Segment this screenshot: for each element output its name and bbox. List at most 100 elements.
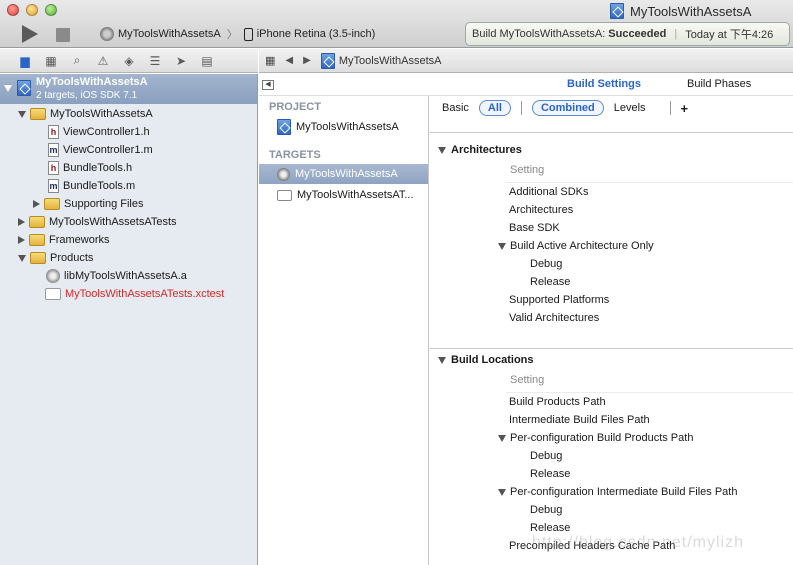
project-item[interactable]: MyToolsWithAssetsA [259, 117, 428, 137]
filter-combined[interactable]: Combined [531, 100, 604, 116]
tree-item-file[interactable]: h ViewController1.h [48, 123, 150, 141]
forward-arrow-icon[interactable]: ▶ [303, 55, 311, 66]
disclosure-down-icon[interactable] [4, 85, 12, 92]
symbol-navigator-icon[interactable]: ▦ [38, 54, 64, 68]
section-architectures[interactable]: Architectures [438, 141, 522, 159]
disclosure-down-icon[interactable] [18, 110, 26, 118]
close-window-button[interactable] [7, 4, 19, 16]
filter-basic[interactable]: Basic [442, 102, 469, 114]
section-build-locations[interactable]: Build Locations [438, 351, 534, 369]
debug-navigator-icon[interactable]: ☰ [142, 54, 168, 68]
tree-item-product-missing[interactable]: MyToolsWithAssetsATests.xctest [45, 285, 224, 303]
status-result: Succeeded [608, 28, 667, 40]
project-root-row[interactable]: MyToolsWithAssetsA 2 targets, iOS SDK 7.… [0, 74, 257, 104]
project-name: MyToolsWithAssetsA [36, 76, 148, 88]
tree-item-group-products[interactable]: Products [18, 249, 93, 267]
project-header: PROJECT [269, 101, 321, 113]
tab-build-phases[interactable]: Build Phases [687, 78, 751, 90]
back-arrow-icon[interactable]: ◀ [285, 55, 293, 66]
setting-row-expandable[interactable]: Per-configuration Intermediate Build Fil… [498, 483, 737, 501]
window-title-text: MyToolsWithAssetsA [630, 3, 752, 19]
setting-config-row[interactable]: Release [530, 273, 570, 291]
setting-name: Architectures [509, 204, 574, 216]
header-file-icon: h [48, 125, 59, 139]
tree-item-group-frameworks[interactable]: Frameworks [18, 231, 110, 249]
disclosure-right-icon[interactable] [33, 200, 40, 208]
tree-item-label: Frameworks [49, 234, 110, 246]
search-navigator-icon[interactable]: ⌕ [64, 53, 90, 68]
disclosure-down-icon[interactable] [438, 146, 446, 154]
setting-name: Base SDK [509, 222, 560, 234]
setting-row-expandable[interactable]: Build Active Architecture Only [498, 237, 654, 255]
tree-item-group-tests[interactable]: MyToolsWithAssetsATests [18, 213, 177, 231]
disclosure-down-icon[interactable] [18, 254, 26, 262]
setting-row[interactable]: Supported Platforms [509, 291, 609, 309]
setting-row[interactable]: Intermediate Build Files Path [509, 411, 650, 429]
header-file-icon: h [48, 161, 59, 175]
column-header-setting: Setting [510, 164, 545, 176]
zoom-window-button[interactable] [45, 4, 57, 16]
setting-config-row[interactable]: Debug [530, 447, 562, 465]
scheme-selector[interactable]: MyToolsWithAssetsA 〉 iPhone Retina (3.5-… [100, 24, 375, 44]
breakpoint-navigator-icon[interactable]: ➤ [168, 54, 194, 68]
tree-item-product[interactable]: libMyToolsWithAssetsA.a [46, 267, 187, 285]
project-targets-list: PROJECT MyToolsWithAssetsA TARGETS MyToo… [259, 96, 429, 565]
disclosure-right-icon[interactable] [18, 218, 25, 226]
related-items-icon[interactable]: ▦ [265, 54, 275, 67]
navigator-selector-bar: ▆ ▦ ⌕ ⚠ ◈ ☰ ➤ ▤ [0, 49, 258, 73]
filter-levels[interactable]: Levels [614, 102, 646, 114]
project-icon [610, 3, 624, 19]
add-setting-button[interactable]: + [681, 101, 689, 116]
disclosure-right-icon[interactable] [18, 236, 25, 244]
test-navigator-icon[interactable]: ◈ [116, 54, 142, 68]
tree-item-label: libMyToolsWithAssetsA.a [64, 270, 187, 282]
setting-config-row[interactable]: Debug [530, 255, 562, 273]
destination-name: iPhone Retina (3.5-inch) [256, 28, 376, 40]
target-item-app[interactable]: MyToolsWithAssetsA [259, 164, 428, 184]
test-bundle-icon [45, 288, 61, 300]
jump-bar-crumb[interactable]: MyToolsWithAssetsA [339, 55, 442, 67]
activity-status: Build MyToolsWithAssetsA: Succeeded | To… [465, 22, 790, 46]
stop-button[interactable] [56, 28, 70, 42]
tree-item-file[interactable]: m BundleTools.m [48, 177, 135, 195]
project-navigator-icon[interactable]: ▆ [12, 54, 38, 68]
targets-header: TARGETS [269, 149, 321, 161]
setting-name: Per-configuration Intermediate Build Fil… [510, 486, 738, 498]
tree-item-group-main[interactable]: MyToolsWithAssetsA [18, 105, 153, 123]
tree-item-file[interactable]: m ViewController1.m [48, 141, 153, 159]
tab-build-settings[interactable]: Build Settings [567, 78, 641, 90]
run-button[interactable] [22, 25, 38, 43]
setting-row[interactable]: Base SDK [509, 219, 560, 237]
setting-row-expandable[interactable]: Per-configuration Build Products Path [498, 429, 693, 447]
minimize-window-button[interactable] [26, 4, 38, 16]
hide-targets-list-icon[interactable]: ◀ [262, 80, 274, 90]
folder-icon [44, 198, 60, 210]
setting-row[interactable]: Architectures [509, 201, 573, 219]
tree-item-label: ViewController1.h [63, 126, 150, 138]
issue-navigator-icon[interactable]: ⚠ [90, 54, 116, 68]
setting-name: Additional SDKs [509, 186, 589, 198]
config-name: Release [530, 276, 571, 288]
iphone-icon [243, 27, 253, 41]
target-item-tests[interactable]: MyToolsWithAssetsAT... [259, 185, 428, 205]
tree-item-group-supporting[interactable]: Supporting Files [33, 195, 144, 213]
filter-all[interactable]: All [478, 100, 511, 116]
setting-name: Valid Architectures [509, 312, 600, 324]
setting-row[interactable]: Additional SDKs [509, 183, 589, 201]
log-navigator-icon[interactable]: ▤ [194, 54, 220, 68]
setting-config-row[interactable]: Release [530, 465, 570, 483]
disclosure-down-icon[interactable] [438, 356, 446, 364]
section-title: Architectures [451, 144, 522, 156]
setting-row[interactable]: Build Products Path [509, 393, 606, 411]
disclosure-down-icon[interactable] [498, 242, 506, 250]
disclosure-down-icon[interactable] [498, 488, 506, 496]
tree-item-label: MyToolsWithAssetsATests.xctest [65, 288, 225, 300]
tree-item-label: MyToolsWithAssetsATests [49, 216, 177, 228]
filter-divider [520, 101, 522, 115]
tree-item-file[interactable]: h BundleTools.h [48, 159, 132, 177]
section-divider [430, 348, 793, 349]
disclosure-down-icon[interactable] [498, 434, 506, 442]
scheme-name: MyToolsWithAssetsA [118, 28, 221, 40]
setting-row[interactable]: Valid Architectures [509, 309, 599, 327]
setting-config-row[interactable]: Debug [530, 501, 562, 519]
